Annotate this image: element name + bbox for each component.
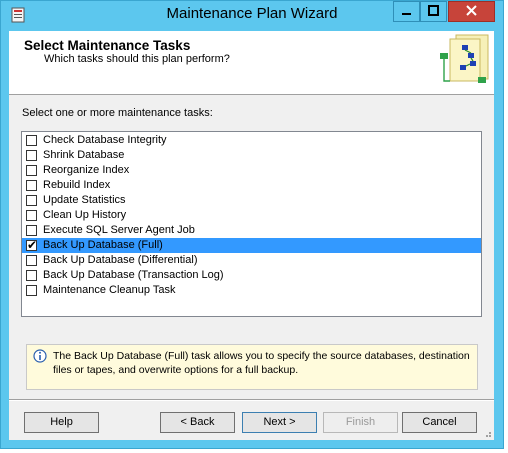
maintenance-task-list[interactable]: Check Database Integrity Shrink Database R… bbox=[21, 131, 482, 317]
task-list-prompt: Select one or more maintenance tasks: bbox=[22, 107, 213, 119]
maximize-icon bbox=[428, 5, 439, 16]
help-button[interactable]: Help bbox=[24, 412, 99, 433]
wizard-client-area: Select Maintenance Tasks Which tasks sho… bbox=[9, 31, 494, 440]
info-icon bbox=[33, 349, 47, 363]
title-bar[interactable]: Maintenance Plan Wizard bbox=[1, 1, 503, 31]
page-title: Select Maintenance Tasks bbox=[24, 38, 191, 53]
close-button[interactable] bbox=[448, 1, 495, 22]
wizard-window: Maintenance Plan Wizard Select Maintenan… bbox=[0, 0, 504, 449]
task-list-item[interactable]: Reorganize Index bbox=[22, 163, 481, 178]
task-list-item[interactable]: Back Up Database (Differential) bbox=[22, 253, 481, 268]
task-checkbox[interactable] bbox=[26, 194, 37, 206]
task-list-item[interactable]: Update Statistics bbox=[22, 193, 481, 208]
back-button[interactable]: < Back bbox=[160, 412, 235, 433]
task-label: Check Database Integrity bbox=[43, 134, 167, 146]
close-icon bbox=[466, 5, 477, 16]
task-label: Update Statistics bbox=[43, 194, 126, 206]
task-description-panel: The Back Up Database (Full) task allows … bbox=[26, 344, 478, 390]
finish-button: Finish bbox=[323, 412, 398, 433]
task-label: Back Up Database (Full) bbox=[43, 239, 163, 251]
task-checkbox[interactable] bbox=[26, 269, 37, 281]
task-label: Rebuild Index bbox=[43, 179, 111, 191]
task-list-item[interactable]: Check Database Integrity bbox=[22, 133, 481, 148]
task-label: Reorganize Index bbox=[43, 164, 130, 176]
task-label: Execute SQL Server Agent Job bbox=[43, 224, 195, 236]
task-list-item[interactable]: Rebuild Index bbox=[22, 178, 481, 193]
next-button[interactable]: Next > bbox=[242, 412, 317, 433]
task-list-item[interactable]: ✔ Back Up Database (Full) bbox=[22, 238, 481, 253]
task-description-text: The Back Up Database (Full) task allows … bbox=[53, 350, 470, 376]
task-label: Maintenance Cleanup Task bbox=[43, 284, 176, 296]
task-checkbox[interactable] bbox=[26, 149, 37, 161]
task-checkbox[interactable] bbox=[26, 254, 37, 266]
task-label: Clean Up History bbox=[43, 209, 127, 221]
wizard-header: Select Maintenance Tasks Which tasks sho… bbox=[9, 31, 494, 95]
minimize-icon bbox=[402, 13, 411, 15]
task-list-item[interactable]: Maintenance Cleanup Task bbox=[22, 283, 481, 298]
task-label: Back Up Database (Differential) bbox=[43, 254, 198, 266]
resize-grip-icon[interactable] bbox=[482, 428, 492, 438]
minimize-button[interactable] bbox=[393, 1, 420, 22]
task-label: Shrink Database bbox=[43, 149, 125, 161]
wizard-banner-icon bbox=[440, 34, 489, 83]
maximize-button[interactable] bbox=[420, 1, 447, 22]
task-label: Back Up Database (Transaction Log) bbox=[43, 269, 224, 281]
footer-divider bbox=[9, 399, 494, 401]
task-checkbox[interactable]: ✔ bbox=[26, 237, 38, 252]
cancel-button[interactable]: Cancel bbox=[402, 412, 477, 433]
checkmark-icon: ✔ bbox=[27, 237, 38, 252]
page-subtitle: Which tasks should this plan perform? bbox=[44, 53, 230, 65]
task-checkbox[interactable] bbox=[26, 224, 37, 236]
task-list-item[interactable]: Execute SQL Server Agent Job bbox=[22, 223, 481, 238]
task-list-item[interactable]: Back Up Database (Transaction Log) bbox=[22, 268, 481, 283]
task-checkbox[interactable] bbox=[26, 209, 37, 221]
task-checkbox[interactable] bbox=[26, 179, 37, 191]
task-list-item[interactable]: Shrink Database bbox=[22, 148, 481, 163]
task-checkbox[interactable] bbox=[26, 284, 37, 296]
task-checkbox[interactable] bbox=[26, 134, 37, 146]
task-list-item[interactable]: Clean Up History bbox=[22, 208, 481, 223]
task-checkbox[interactable] bbox=[26, 164, 37, 176]
